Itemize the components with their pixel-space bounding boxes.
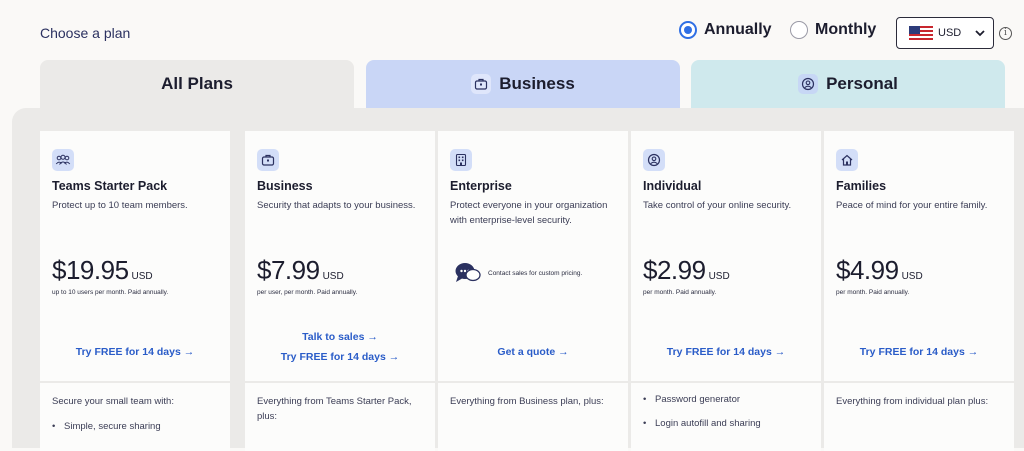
price-currency: USD — [901, 271, 923, 282]
features-intro: Everything from Business plan, plus: — [450, 396, 604, 407]
plan-description: Protect everyone in your organization wi… — [450, 200, 608, 226]
monthly-radio[interactable] — [790, 21, 808, 39]
card-divider — [245, 381, 435, 383]
arrow-right-icon: → — [367, 331, 378, 343]
contact-sales-text: Contact sales for custom pricing. — [488, 269, 583, 277]
price-currency: USD — [322, 271, 344, 282]
feature-item: Simple, secure sharing — [52, 421, 222, 432]
talk-to-sales-link[interactable]: Talk to sales → — [245, 331, 435, 343]
arrow-right-icon: → — [967, 346, 979, 358]
card-divider — [40, 381, 230, 383]
price-amount: $19.95 — [52, 255, 129, 285]
plan-header: Choose a plan Annually Monthly USD i — [0, 0, 1024, 60]
plan-name: Business — [257, 179, 313, 193]
try-free-link[interactable]: Try FREE for 14 days → — [631, 346, 821, 358]
plan-description: Take control of your online security. — [643, 200, 792, 211]
plan-description: Peace of mind for your entire family. — [836, 200, 988, 211]
plan-description: Security that adapts to your business. — [257, 200, 416, 211]
info-icon[interactable]: i — [999, 27, 1012, 40]
contact-sales-note: Contact sales for custom pricing. — [454, 261, 582, 285]
choose-plan-text: Choose a plan — [40, 25, 131, 41]
briefcase-icon — [471, 74, 492, 94]
annually-label[interactable]: Annually — [704, 21, 772, 39]
price-note: per month. Paid annually. — [643, 289, 717, 296]
feature-item: Password generator — [643, 394, 813, 405]
building-icon — [450, 149, 472, 171]
try-free-link[interactable]: Try FREE for 14 days → — [824, 346, 1014, 358]
price-note: per user, per month. Paid annually. — [257, 289, 358, 296]
features-intro: Everything from individual plan plus: — [836, 396, 989, 407]
chevron-down-icon — [975, 30, 985, 37]
try-free-link[interactable]: Try FREE for 14 days → — [245, 351, 435, 363]
monthly-label[interactable]: Monthly — [815, 21, 876, 39]
plan-card-families: Families Peace of mind for your entire f… — [824, 131, 1014, 451]
price-currency: USD — [131, 271, 153, 282]
feature-list: Password generator Login autofill and sh… — [643, 394, 813, 442]
tab-personal[interactable]: Personal — [691, 60, 1005, 108]
price-note: up to 10 users per month. Paid annually. — [52, 289, 169, 296]
tab-business[interactable]: Business — [366, 60, 680, 108]
team-icon — [52, 149, 74, 171]
plan-card-individual: Individual Take control of your online s… — [631, 131, 821, 451]
plan-card-enterprise: Enterprise Protect everyone in your orga… — [438, 131, 628, 451]
arrow-right-icon: → — [388, 351, 400, 363]
price-amount: $7.99 — [257, 255, 320, 285]
user-circle-icon — [798, 74, 819, 94]
plan-name: Individual — [643, 179, 702, 193]
card-divider — [438, 381, 628, 383]
price-note: per month. Paid annually. — [836, 289, 910, 296]
annually-radio[interactable] — [679, 21, 697, 39]
price-amount: $2.99 — [643, 255, 706, 285]
card-divider — [824, 381, 1014, 383]
arrow-right-icon: → — [774, 346, 786, 358]
plan-name: Families — [836, 179, 887, 193]
user-circle-icon — [643, 149, 665, 171]
arrow-right-icon: → — [183, 346, 195, 358]
features-intro: Everything from Teams Starter Pack, plus… — [257, 396, 412, 422]
card-divider — [631, 381, 821, 383]
briefcase-icon — [257, 149, 279, 171]
tab-business-label: Business — [499, 74, 575, 93]
billing-annually-option[interactable]: Annually — [679, 21, 772, 39]
plan-description: Protect up to 10 team members. — [52, 200, 188, 211]
choose-plan-label: Choose a plan — [40, 25, 130, 41]
tab-all-plans[interactable]: All Plans — [40, 60, 354, 108]
plan-price: $19.95 USD — [52, 255, 153, 286]
currency-select[interactable]: USD — [896, 17, 994, 49]
price-currency: USD — [708, 271, 730, 282]
tab-all-plans-label: All Plans — [161, 74, 233, 93]
plan-card-business: Business Security that adapts to your bu… — [245, 131, 435, 451]
try-free-link[interactable]: Try FREE for 14 days → — [40, 346, 230, 358]
feature-list: Simple, secure sharing — [52, 421, 222, 445]
get-a-quote-link[interactable]: Get a quote → — [438, 346, 628, 358]
plan-name: Teams Starter Pack — [52, 179, 168, 193]
chat-bubbles-icon — [455, 263, 481, 282]
arrow-right-icon: → — [558, 346, 569, 358]
plan-price: $7.99 USD — [257, 255, 344, 286]
plan-price: $2.99 USD — [643, 255, 730, 286]
feature-item: Login autofill and sharing — [643, 418, 813, 429]
home-icon — [836, 149, 858, 171]
features-intro: Secure your small team with: — [52, 396, 174, 407]
billing-monthly-option[interactable]: Monthly — [790, 21, 876, 39]
plan-price: $4.99 USD — [836, 255, 923, 286]
currency-value: USD — [938, 27, 962, 39]
price-amount: $4.99 — [836, 255, 899, 285]
plan-name: Enterprise — [450, 179, 512, 193]
us-flag-icon — [909, 26, 933, 40]
plan-card-teams-starter: Teams Starter Pack Protect up to 10 team… — [40, 131, 230, 451]
tab-personal-label: Personal — [826, 74, 898, 93]
